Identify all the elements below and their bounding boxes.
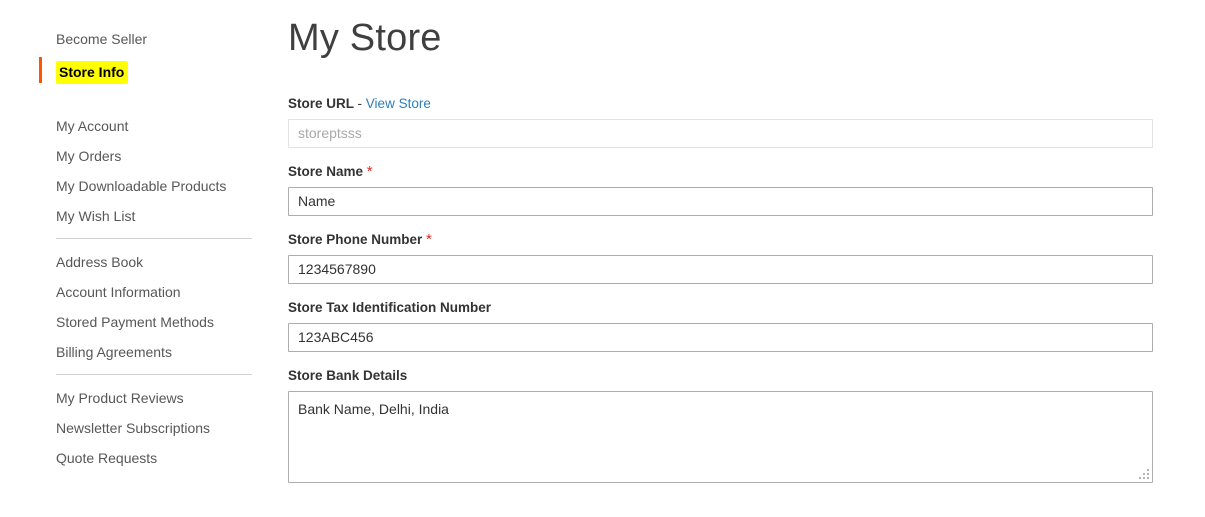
sidebar-item-newsletter-subscriptions[interactable]: Newsletter Subscriptions (0, 420, 270, 436)
sidebar-item-quote-requests[interactable]: Quote Requests (0, 450, 270, 466)
field-store-name: Store Name * (288, 164, 1205, 216)
page-title: My Store (288, 17, 442, 59)
sidebar-item-label[interactable]: Stored Payment Methods (56, 314, 214, 330)
field-store-bank-details: Store Bank Details Bank Name, Delhi, Ind… (288, 368, 1205, 483)
sidebar-group-account: My Account My Orders My Downloadable Pro… (0, 118, 270, 224)
store-name-label-text: Store Name (288, 163, 364, 179)
store-tax-id-input[interactable] (288, 322, 1153, 352)
field-store-phone: Store Phone Number * (288, 232, 1205, 284)
required-asterisk-icon: * (366, 162, 373, 180)
account-sidebar-nav: Become Seller Store Info My Account My O… (0, 0, 270, 517)
sidebar-item-label[interactable]: Quote Requests (56, 450, 157, 466)
sidebar-item-label[interactable]: My Wish List (56, 208, 135, 224)
store-url-label: Store URL - View Store (288, 96, 1205, 112)
store-name-label: Store Name * (288, 164, 1205, 180)
field-store-url: Store URL - View Store (288, 96, 1205, 148)
sidebar-item-my-wish-list[interactable]: My Wish List (0, 208, 270, 224)
sidebar-item-my-downloadable-products[interactable]: My Downloadable Products (0, 178, 270, 194)
store-info-main: My Store Store URL - View Store Store Na… (288, 0, 1205, 517)
sidebar-item-label[interactable]: My Product Reviews (56, 390, 184, 406)
view-store-link[interactable]: View Store (366, 96, 431, 111)
store-tax-id-label-text: Store Tax Identification Number (288, 299, 492, 315)
sidebar-item-label[interactable]: My Orders (56, 148, 121, 164)
sidebar-group-misc: My Product Reviews Newsletter Subscripti… (0, 390, 270, 466)
sidebar-item-label[interactable]: Account Information (56, 284, 181, 300)
store-bank-details-label-text: Store Bank Details (288, 367, 408, 383)
sidebar-item-address-book[interactable]: Address Book (0, 254, 270, 270)
store-bank-details-wrap: Bank Name, Delhi, India (288, 390, 1153, 483)
required-asterisk-icon: * (426, 230, 432, 248)
sidebar-item-label[interactable]: Address Book (56, 254, 143, 270)
account-page: Become Seller Store Info My Account My O… (0, 0, 1205, 517)
store-tax-id-label: Store Tax Identification Number (288, 300, 1205, 316)
sidebar-group-address: Address Book Account Information Stored … (0, 254, 270, 360)
store-phone-label: Store Phone Number * (288, 232, 1205, 248)
store-url-label-text: Store URL (288, 95, 354, 111)
label-separator: - (357, 95, 363, 111)
sidebar-item-my-account[interactable]: My Account (0, 118, 270, 134)
sidebar-item-label[interactable]: Store Info (56, 61, 129, 84)
store-bank-details-label: Store Bank Details (288, 368, 1205, 384)
current-page-marker-icon (39, 57, 42, 83)
field-store-tax-id: Store Tax Identification Number (288, 300, 1205, 352)
store-phone-label-text: Store Phone Number (288, 231, 423, 247)
store-phone-input[interactable] (288, 254, 1153, 284)
sidebar-item-label[interactable]: Billing Agreements (56, 344, 172, 360)
sidebar-item-account-information[interactable]: Account Information (0, 284, 270, 300)
sidebar-item-my-product-reviews[interactable]: My Product Reviews (0, 390, 270, 406)
store-name-input[interactable] (288, 186, 1153, 216)
sidebar-item-become-seller[interactable]: Become Seller (0, 31, 270, 47)
sidebar-item-store-info[interactable]: Store Info (0, 57, 270, 84)
sidebar-item-label[interactable]: My Account (56, 118, 128, 134)
sidebar-item-label[interactable]: Newsletter Subscriptions (56, 420, 210, 436)
sidebar-item-my-orders[interactable]: My Orders (0, 148, 270, 164)
sidebar-item-label[interactable]: My Downloadable Products (56, 178, 226, 194)
store-url-input[interactable] (288, 118, 1153, 148)
sidebar-item-label[interactable]: Become Seller (56, 31, 147, 47)
sidebar-item-stored-payment-methods[interactable]: Stored Payment Methods (0, 314, 270, 330)
store-bank-details-textarea[interactable]: Bank Name, Delhi, India (288, 390, 1153, 483)
sidebar-group-seller: Become Seller Store Info (0, 31, 270, 84)
sidebar-item-billing-agreements[interactable]: Billing Agreements (0, 344, 270, 360)
